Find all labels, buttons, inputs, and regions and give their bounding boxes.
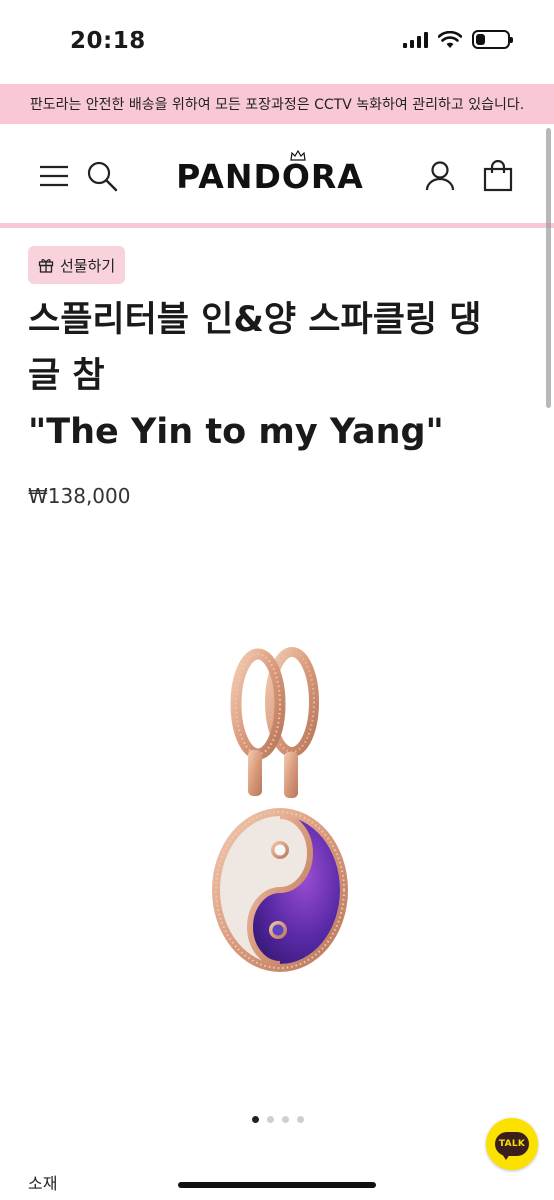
banner-text: 판도라는 안전한 배송을 위하여 모든 포장과정은 CCTV 녹화하여 관리하고… (29, 97, 525, 113)
product-title-line: 글 참 (28, 356, 105, 396)
talk-label: TALK (498, 1139, 526, 1149)
product-title-line: "The Yin to my Yang" (28, 412, 444, 452)
wifi-icon (438, 30, 462, 48)
gift-label: 선물하기 (60, 256, 116, 275)
status-icons (403, 30, 513, 49)
product-image[interactable] (180, 640, 380, 980)
user-icon (425, 161, 455, 191)
menu-button[interactable] (36, 158, 72, 194)
gift-icon (38, 259, 54, 273)
battery-icon (472, 30, 513, 49)
carousel-dot[interactable] (252, 1116, 259, 1123)
status-bar: 20:18 (0, 0, 554, 84)
battery-level (476, 34, 485, 45)
carousel-dot[interactable] (267, 1116, 274, 1123)
product-title: 스플리터블 인&양 스파클링 댕 글 참 "The Yin to my Yang… (28, 292, 534, 460)
status-time: 20:18 (70, 28, 146, 54)
scrollbar[interactable] (546, 128, 551, 408)
shipping-notice-banner: 판도라는 안전한 배송을 위하여 모든 포장과정은 CCTV 녹화하여 관리하고… (0, 84, 554, 124)
signal-icon (403, 31, 428, 48)
chat-bubble-icon: TALK (495, 1132, 529, 1160)
site-header: PANDORA (0, 124, 554, 228)
search-button[interactable] (84, 158, 120, 194)
shopping-bag-icon (483, 160, 513, 192)
product-price: ₩138,000 (28, 484, 131, 508)
kakao-talk-button[interactable]: TALK (486, 1118, 538, 1170)
home-indicator (178, 1182, 376, 1188)
account-button[interactable] (422, 158, 458, 194)
product-title-line: 스플리터블 인&양 스파클링 댕 (28, 300, 482, 340)
carousel-dots (252, 1116, 304, 1123)
carousel-dot[interactable] (297, 1116, 304, 1123)
gift-button[interactable]: 선물하기 (28, 246, 126, 284)
brand-logo[interactable]: PANDORA (168, 150, 372, 200)
menu-icon (40, 165, 68, 187)
carousel-dot[interactable] (282, 1116, 289, 1123)
crown-icon (290, 150, 306, 161)
brand-name: PANDORA (176, 157, 364, 196)
material-label: 소재 (28, 1174, 58, 1193)
cart-button[interactable] (480, 158, 516, 194)
search-icon (87, 161, 118, 192)
